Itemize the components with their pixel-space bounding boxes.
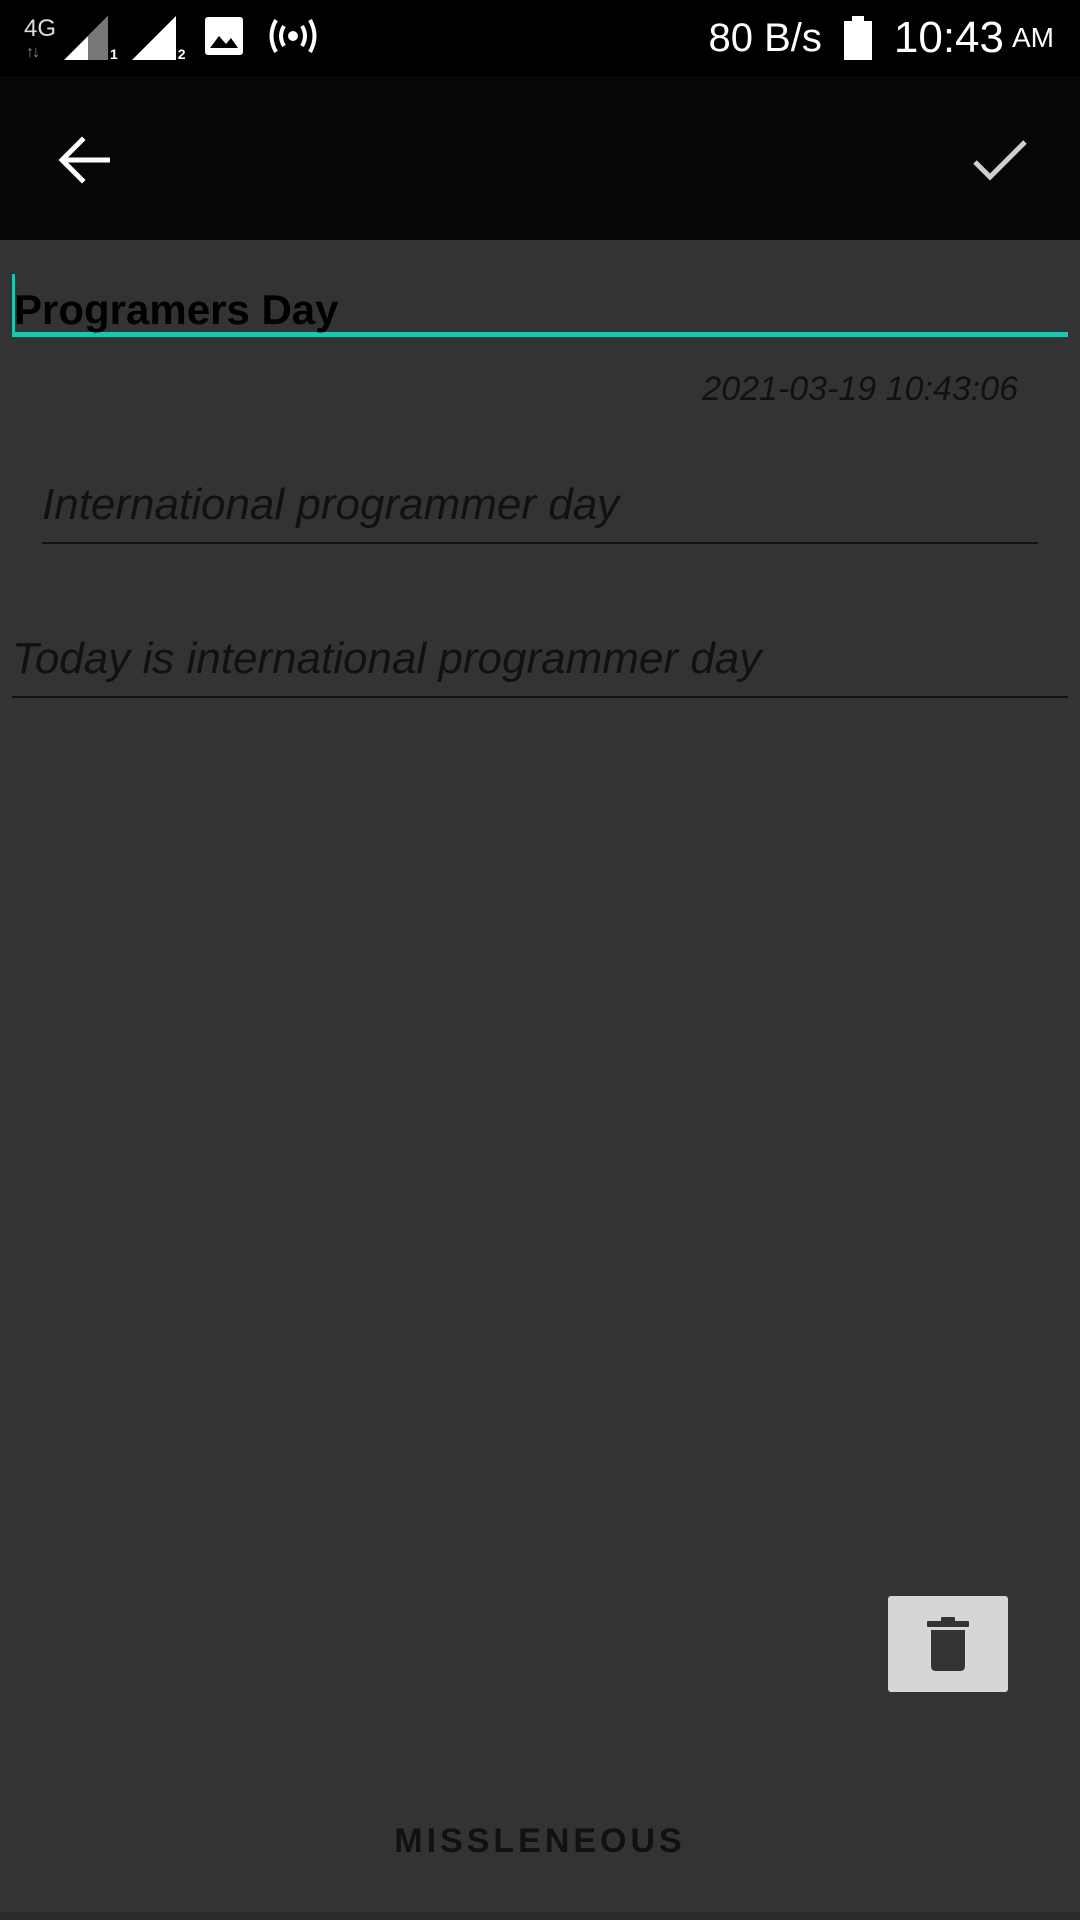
network-type-label: 4G (24, 15, 57, 42)
title-input[interactable]: Programers Day (12, 270, 1068, 337)
arrow-back-icon (58, 136, 110, 184)
clock: 10:43 (893, 13, 1004, 62)
check-icon (973, 140, 1027, 181)
network-speed: 80 B/s (708, 15, 822, 60)
status-bar: 4G ↑↓ 1 2 80 B/s 10:43 AM (0, 0, 1080, 76)
clock-ampm: AM (1012, 22, 1054, 53)
trash-icon (927, 1617, 969, 1671)
signal-sim1-icon: 1 (64, 16, 118, 62)
subtitle-input[interactable]: International programmer day (42, 472, 1038, 544)
signal-sim2-icon: 2 (131, 16, 186, 62)
bottom-edge (0, 1912, 1080, 1920)
body-input[interactable]: Today is international programmer day (12, 628, 1068, 698)
back-button[interactable] (40, 116, 128, 204)
status-icons-right: 80 B/s 10:43 AM (708, 10, 1054, 66)
battery-icon (843, 16, 872, 60)
note-editor: Programers Day 2021-03-19 10:43:06 Inter… (0, 240, 1080, 1912)
title-input-value: Programers Day (14, 286, 339, 333)
data-arrows-icon: ↑↓ (26, 44, 40, 61)
signal-4g-icon: 4G ↑↓ (24, 14, 60, 62)
image-icon (204, 16, 244, 61)
delete-button[interactable] (888, 1596, 1008, 1692)
hotspot-icon (266, 16, 320, 61)
status-icons-left: 4G ↑↓ 1 2 (24, 12, 320, 64)
app-bar (0, 76, 1080, 240)
note-timestamp: 2021-03-19 10:43:06 (702, 370, 1018, 408)
sim1-label: 1 (110, 46, 118, 62)
sim2-label: 2 (177, 46, 186, 62)
category-label[interactable]: MISSLENEOUS (0, 1822, 1080, 1861)
save-button[interactable] (956, 116, 1044, 204)
subtitle-input-value: International programmer day (42, 480, 620, 529)
body-input-value: Today is international programmer day (12, 634, 762, 683)
